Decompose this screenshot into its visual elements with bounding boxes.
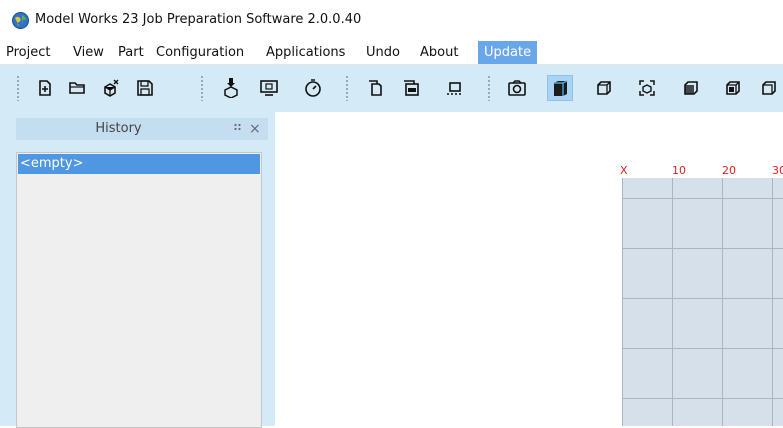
open-folder-icon[interactable] <box>64 75 90 101</box>
toolbar <box>0 65 783 112</box>
history-panel-header[interactable]: History × <box>16 118 268 140</box>
ruler-label-20: 20 <box>722 164 736 177</box>
view-front-icon[interactable] <box>678 75 704 101</box>
menu-undo[interactable]: Undo <box>366 41 400 64</box>
view-solid-icon[interactable] <box>547 75 573 101</box>
history-list-item[interactable]: <empty> <box>18 154 260 174</box>
history-list[interactable]: <empty> <box>16 152 262 428</box>
window-title: Model Works 23 Job Preparation Software … <box>35 12 362 27</box>
grid-line <box>622 398 783 399</box>
build-plate-grid <box>622 178 783 426</box>
menu-update[interactable]: Update <box>478 41 538 64</box>
view-top-icon[interactable] <box>760 75 783 101</box>
title-bar: Model Works 23 Job Preparation Software … <box>0 0 783 41</box>
close-model-icon[interactable] <box>98 75 124 101</box>
timer-icon[interactable] <box>300 75 326 101</box>
grid-line <box>622 348 783 349</box>
view-side-icon[interactable] <box>720 75 746 101</box>
menu-project[interactable]: Project <box>6 41 50 64</box>
new-file-icon[interactable] <box>32 75 58 101</box>
view-cube-icon[interactable] <box>591 75 617 101</box>
copy-page-icon[interactable] <box>362 75 388 101</box>
toolbar-grip[interactable] <box>200 75 204 101</box>
dock-left-edge <box>0 112 10 426</box>
ruler-label-10: 10 <box>672 164 686 177</box>
cad-icon[interactable] <box>398 75 424 101</box>
toolbar-grip[interactable] <box>16 75 20 101</box>
view-sphere-icon[interactable] <box>634 75 660 101</box>
close-icon[interactable]: × <box>249 119 261 139</box>
grid-line <box>772 178 773 426</box>
menu-bar: Project View Part Configuration Applicat… <box>0 41 783 65</box>
grid-line <box>722 178 723 426</box>
frame-icon[interactable] <box>442 75 468 101</box>
panel-splitter[interactable] <box>272 112 275 426</box>
grid-line <box>622 178 623 426</box>
grid-line <box>622 248 783 249</box>
history-panel-title: History <box>95 121 142 136</box>
grid-line <box>622 298 783 299</box>
toolbar-grip[interactable] <box>487 75 491 101</box>
app-globe-icon <box>12 12 29 29</box>
grid-line <box>672 178 673 426</box>
history-panel: History × <empty> <box>10 112 272 428</box>
model-viewport[interactable]: X 10 20 30 <box>276 112 783 426</box>
float-panel-icon[interactable] <box>233 122 243 134</box>
menu-about[interactable]: About <box>420 41 458 64</box>
menu-applications[interactable]: Applications <box>266 41 345 64</box>
toolbar-grip[interactable] <box>345 75 349 101</box>
menu-view[interactable]: View <box>73 41 104 64</box>
ruler-label-30: 30 <box>772 164 783 177</box>
ruler-label-x: X <box>620 164 628 177</box>
save-icon[interactable] <box>132 75 158 101</box>
menu-part[interactable]: Part <box>118 41 144 64</box>
import-model-icon[interactable] <box>218 75 244 101</box>
menu-configuration[interactable]: Configuration <box>156 41 244 64</box>
display-icon[interactable] <box>256 75 282 101</box>
camera-icon[interactable] <box>504 75 530 101</box>
grid-line <box>622 198 783 199</box>
